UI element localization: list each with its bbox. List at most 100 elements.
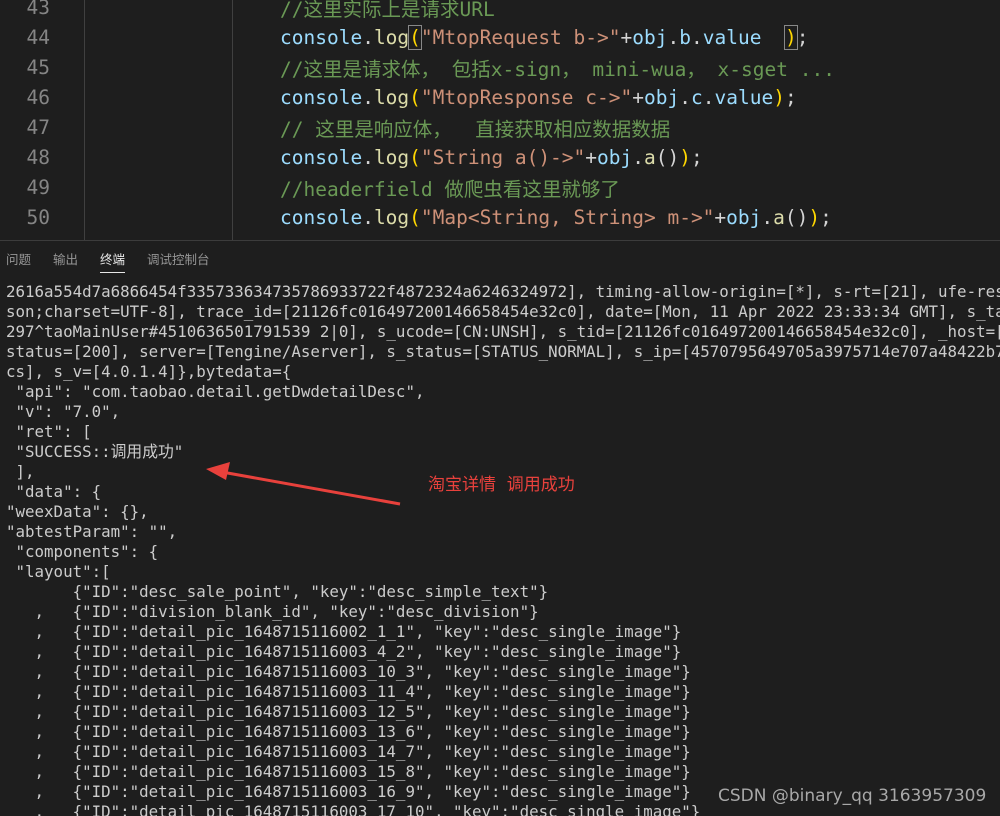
code-token: . — [761, 205, 774, 229]
code-token: ( — [409, 205, 421, 229]
terminal-line: "weexData": {}, — [6, 502, 149, 521]
terminal-line: 297^taoMainUser#4510636501791539 2|0], s… — [6, 322, 1000, 341]
code-token: ; — [784, 85, 797, 109]
panel-tab-bar: 问题 输出 终端 调试控制台 — [0, 241, 1000, 279]
code-token: . — [362, 25, 374, 49]
terminal-line: , {"ID":"detail_pic_1648715116003_14_7",… — [6, 742, 691, 761]
code-token: ) — [773, 85, 785, 109]
code-token: "String a()->" — [420, 145, 586, 169]
line-number: 47 — [26, 115, 50, 139]
code-token: // 这里是响应体， 直接获取相应数据数据 — [280, 117, 671, 141]
watermark: CSDN @binary_qq 3163957309 — [718, 786, 987, 806]
code-token: obj — [726, 205, 762, 229]
code-token: console — [280, 25, 363, 49]
panel-tab[interactable]: 终端 — [100, 241, 126, 279]
code-line[interactable]: 45 //这里是请求体， 包括x-sign， mini-wua， x-sget .… — [0, 52, 1000, 82]
terminal-line: , {"ID":"division_blank_id", "key":"desc… — [6, 602, 539, 621]
terminal-line: "layout":[ — [6, 562, 111, 581]
line-number: 46 — [26, 85, 50, 109]
code-token: . — [632, 145, 645, 169]
code-token: "MtopResponse c->" — [420, 85, 633, 109]
code-token: c — [690, 85, 703, 109]
code-token: . — [702, 85, 715, 109]
code-text: // 这里是响应体， 直接获取相应数据数据 — [280, 113, 670, 142]
code-line[interactable]: 43 //这里实际上是请求URL — [0, 0, 1000, 22]
terminal-line: "components": { — [6, 542, 159, 561]
terminal-line: 2616a554d7a6866454f335733634735786933722… — [6, 282, 1000, 301]
code-token: log — [373, 145, 410, 169]
code-token: . — [667, 25, 680, 49]
code-token: //headerfield 做爬虫看这里就够了 — [280, 177, 620, 201]
terminal-line: , {"ID":"detail_pic_1648715116003_13_6",… — [6, 722, 691, 741]
code-editor[interactable]: 43//这里实际上是请求URL 44 console.log("MtopReques… — [0, 0, 1000, 240]
code-token: ( — [409, 145, 421, 169]
code-line[interactable]: 49 //headerfield 做爬虫看这里就够了 — [0, 172, 1000, 202]
line-number: 43 — [26, 0, 50, 19]
code-token: console — [280, 205, 363, 229]
code-token: ( — [409, 85, 421, 109]
code-token: . — [362, 205, 374, 229]
code-text: console.log("MtopRequest b->"+obj.b.valu… — [280, 24, 809, 50]
line-number: 49 — [26, 175, 50, 199]
code-token: "Map<String, String> m->" — [420, 205, 715, 229]
code-line[interactable]: 48 console.log("String a()->"+obj.a()); — [0, 142, 1000, 172]
code-token: obj — [597, 145, 633, 169]
code-line[interactable]: 50 console.log("Map<String, String> m->"+… — [0, 202, 1000, 232]
code-token: "MtopRequest b->" — [420, 25, 621, 49]
annotation-label: 淘宝详情 调用成功 — [428, 475, 575, 495]
terminal-line: , {"ID":"detail_pic_1648715116002_1_1", … — [6, 622, 682, 641]
terminal-output[interactable]: 2616a554d7a6866454f335733634735786933722… — [0, 282, 1000, 816]
code-token: ) — [808, 205, 821, 229]
terminal-line: ], — [6, 462, 35, 481]
terminal-line: , {"ID":"detail_pic_1648715116003_17_10"… — [6, 802, 701, 816]
code-token: + — [714, 205, 727, 229]
code-token: a — [644, 145, 656, 169]
code-token: . — [362, 85, 374, 109]
code-token: console — [280, 145, 363, 169]
code-token: ) — [679, 145, 692, 169]
code-token: obj — [644, 85, 680, 109]
terminal-line: "v": "7.0", — [6, 402, 121, 421]
line-number: 48 — [26, 145, 50, 169]
code-text: //这里是请求体， 包括x-sign， mini-wua， x-sget ... — [280, 53, 835, 82]
terminal-line: son;charset=UTF-8], trace_id=[21126fc016… — [6, 302, 1000, 321]
code-token: ) — [783, 24, 798, 50]
terminal-line: , {"ID":"detail_pic_1648715116003_4_2", … — [6, 642, 682, 661]
terminal-line: , {"ID":"detail_pic_1648715116003_15_8",… — [6, 762, 691, 781]
line-number: 45 — [26, 55, 50, 79]
code-token: ; — [820, 205, 832, 229]
code-token: + — [585, 145, 598, 169]
panel-tab[interactable]: 问题 — [6, 241, 31, 279]
code-token: log — [373, 85, 410, 109]
terminal-line: cs], s_v=[4.0.1.4]},bytedata={ — [6, 362, 292, 381]
code-token: log — [373, 25, 410, 49]
line-number: 50 — [26, 205, 50, 229]
terminal-line: "api": "com.taobao.detail.getDwdetailDes… — [6, 382, 425, 401]
panel-tab[interactable]: 输出 — [53, 241, 78, 279]
terminal-line: "ret": [ — [6, 422, 92, 441]
terminal-line: "abtestParam": "", — [6, 522, 178, 541]
code-token: ; — [796, 25, 809, 49]
code-token: () — [784, 205, 809, 229]
code-token: value — [702, 25, 785, 49]
code-text: console.log("MtopResponse c->"+obj.c.val… — [280, 86, 797, 109]
code-line[interactable]: 44 console.log("MtopRequest b->"+obj.b.va… — [0, 22, 1000, 52]
terminal-line: "data": { — [6, 482, 102, 501]
code-line[interactable]: 47 // 这里是响应体， 直接获取相应数据数据 — [0, 112, 1000, 142]
panel-tab[interactable]: 调试控制台 — [147, 241, 210, 279]
code-token: obj — [632, 25, 668, 49]
terminal-line: , {"ID":"detail_pic_1648715116003_12_5",… — [6, 702, 691, 721]
code-token: . — [362, 145, 374, 169]
code-token: b — [679, 25, 691, 49]
code-token: value — [714, 85, 774, 109]
code-token: //这里是请求体， 包括x-sign， mini-wua， x-sget ... — [280, 57, 835, 81]
code-text: //headerfield 做爬虫看这里就够了 — [280, 173, 620, 202]
terminal-line: status=[200], server=[Tengine/Aserver], … — [6, 342, 1000, 361]
code-text: console.log("String a()->"+obj.a()); — [280, 146, 703, 169]
code-text: //这里实际上是请求URL — [280, 0, 495, 22]
code-token: log — [373, 205, 410, 229]
code-token: ( — [408, 24, 422, 50]
terminal-line: , {"ID":"detail_pic_1648715116003_10_3",… — [6, 662, 691, 681]
code-line[interactable]: 46 console.log("MtopResponse c->"+obj.c.v… — [0, 82, 1000, 112]
line-number: 44 — [26, 25, 50, 49]
